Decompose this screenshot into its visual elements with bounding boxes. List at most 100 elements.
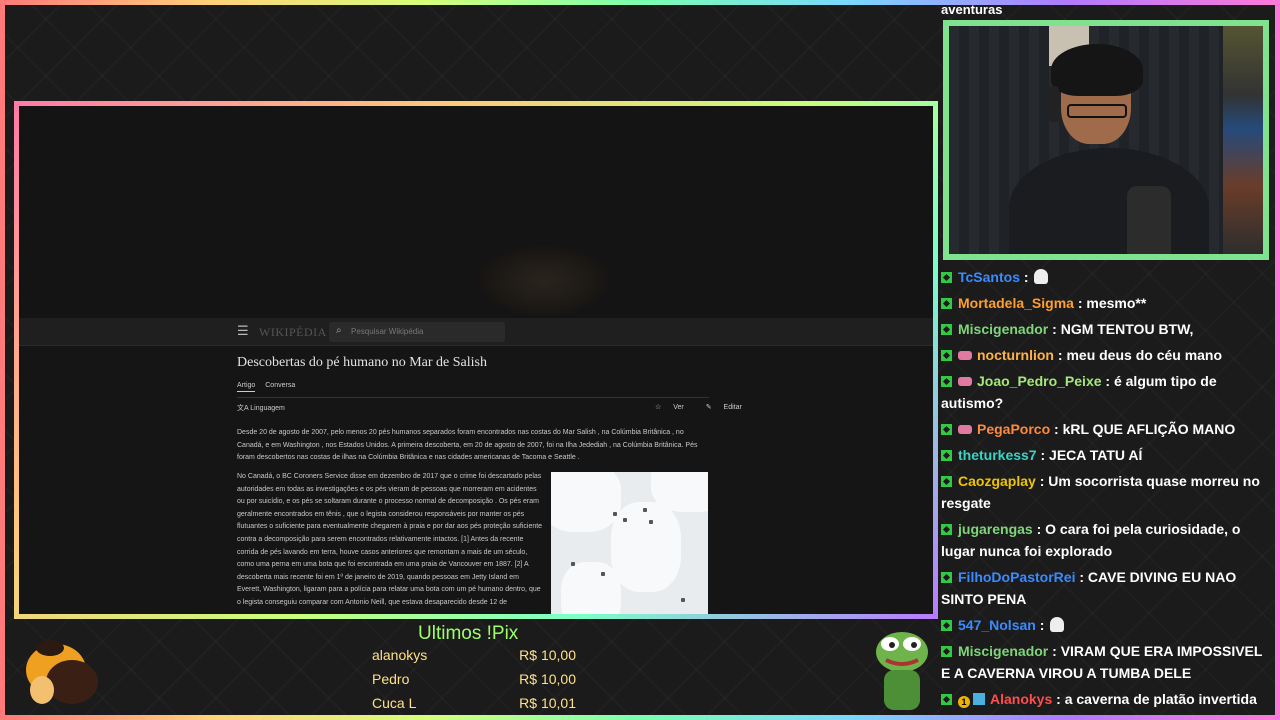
chat-username[interactable]: Joao_Pedro_Peixe	[977, 373, 1102, 389]
pix-amount: R$ 10,00	[519, 647, 576, 663]
search-icon: ⌕	[336, 325, 342, 336]
page-actions: ☆ Ver ✎ Editar	[635, 403, 742, 411]
wiki-article: Descobertas do pé humano no Mar de Salis…	[19, 347, 933, 614]
kick-badge-icon	[941, 572, 952, 583]
chat-message: nocturnlion : meu deus do céu mano	[941, 344, 1271, 366]
article-body: No Canadá, o BC Coroners Service disse e…	[237, 473, 543, 606]
article-tabs: Artigo Conversa	[237, 382, 303, 392]
translate-icon: 文A	[237, 405, 249, 412]
pix-row: Cuca L R$ 10,01	[372, 695, 576, 711]
kick-badge-icon	[941, 376, 952, 387]
kick-badge-icon	[941, 324, 952, 335]
chat-message: PegaPorco : kRL QUE AFLIÇÃO MANO	[941, 418, 1271, 440]
kick-badge-icon	[941, 476, 952, 487]
tab-conversa[interactable]: Conversa	[265, 382, 295, 389]
pix-amount: R$ 10,01	[519, 695, 576, 711]
map-pin	[623, 518, 627, 522]
chat-message: 1 Alanokys : a caverna de platão invertid…	[941, 688, 1271, 710]
map-land	[611, 502, 681, 592]
language-label: Linguagem	[250, 405, 285, 412]
chat-separator: :	[1035, 473, 1049, 489]
map-pin	[601, 572, 605, 576]
chat-username[interactable]: jugarengas	[958, 521, 1033, 537]
map-land	[561, 562, 621, 614]
chat-text: meu deus do céu mano	[1066, 347, 1223, 363]
subscriber-badge-icon	[958, 425, 972, 434]
search-input[interactable]: ⌕ Pesquisar Wikipédia	[329, 322, 505, 342]
page-title: Descobertas do pé humano no Mar de Salis…	[237, 355, 487, 370]
chat-username[interactable]: TcSantos	[958, 269, 1020, 285]
chat-message: theturkess7 : JECA TATU AÍ	[941, 444, 1271, 466]
language-button[interactable]: 文A Linguagem	[237, 403, 285, 413]
chat-username[interactable]: 547_Nolsan	[958, 617, 1036, 633]
kick-badge-icon	[941, 620, 952, 631]
kick-badge-icon	[941, 424, 952, 435]
pencil-icon: ✎	[705, 404, 712, 411]
pix-row: alanokys R$ 10,00	[372, 647, 576, 663]
chat-separator: :	[1101, 373, 1114, 389]
chat-separator: :	[1075, 569, 1088, 585]
chat-username[interactable]: Miscigenador	[958, 321, 1048, 337]
chat-separator: :	[1048, 321, 1061, 337]
map-pin	[649, 520, 653, 524]
map-pin	[571, 562, 575, 566]
chat-text: JECA TATU AÍ	[1049, 447, 1143, 463]
map-pin	[643, 508, 647, 512]
cam-microphone	[1127, 186, 1171, 254]
kick-badge-icon	[941, 694, 952, 705]
cam-glasses	[1067, 104, 1127, 118]
ghost-emote-icon	[1034, 269, 1049, 284]
video-area	[19, 106, 933, 318]
kick-badge-icon	[941, 524, 952, 535]
chat-message: Miscigenador : NGM TENTOU BTW,	[941, 318, 1271, 340]
chat-message: FilhoDoPastorRei : CAVE DIVING EU NAO SI…	[941, 566, 1271, 610]
wiki-header: ☰ WIKIPÉDIA ⌕ Pesquisar Wikipédia	[19, 318, 933, 346]
chat-username[interactable]: Caozgaplay	[958, 473, 1036, 489]
chat-separator: :	[1032, 521, 1046, 537]
chat-message: Caozgaplay : Um socorrista quase morreu …	[941, 470, 1271, 514]
map-pin	[681, 598, 685, 602]
chat-text: mesmo**	[1086, 295, 1147, 311]
cam-person-hair	[1051, 44, 1143, 96]
wiki-logo[interactable]: WIKIPÉDIA	[259, 325, 327, 340]
article-intro: Desde 20 de agosto de 2007, pelo menos 2…	[237, 429, 698, 461]
edit-button[interactable]: ✎ Editar	[696, 404, 742, 411]
chat-message: jugarengas : O cara foi pela curiosidade…	[941, 518, 1271, 562]
chat-separator: :	[1035, 617, 1049, 633]
chat-username[interactable]: FilhoDoPastorRei	[958, 569, 1075, 585]
divider	[237, 397, 709, 398]
kick-badge-icon	[941, 646, 952, 657]
view-button[interactable]: ☆ Ver	[645, 404, 684, 411]
cam-person-body	[1009, 148, 1209, 254]
pepe-frog-icon	[876, 632, 928, 710]
chat-username[interactable]: Alanokys	[990, 691, 1052, 707]
pix-amount: R$ 10,00	[519, 671, 576, 687]
overlay-top-text: aventuras	[941, 2, 1003, 17]
cam-bookshelf	[1223, 26, 1263, 254]
chat-username[interactable]: Mortadela_Sigma	[958, 295, 1074, 311]
star-icon: ☆	[655, 404, 662, 411]
chat-username[interactable]: nocturnlion	[977, 347, 1054, 363]
tab-artigo[interactable]: Artigo	[237, 382, 256, 392]
search-placeholder: Pesquisar Wikipédia	[351, 327, 424, 336]
chat-separator: :	[1019, 269, 1033, 285]
chat-username[interactable]: Miscigenador	[958, 643, 1048, 659]
edit-label: Editar	[723, 404, 742, 411]
gift-badge-icon	[973, 693, 985, 705]
map-land	[551, 472, 621, 532]
chat-text: a caverna de platão invertida	[1064, 691, 1257, 707]
chat-username[interactable]: PegaPorco	[977, 421, 1050, 437]
kick-badge-icon	[941, 450, 952, 461]
webcam	[943, 20, 1269, 260]
map-image[interactable]	[551, 472, 708, 614]
menu-icon[interactable]: ☰	[237, 324, 249, 339]
cam-headset	[1049, 86, 1059, 122]
mascot-left-icon	[26, 640, 98, 704]
dim-video-figure	[479, 246, 609, 316]
chat-message: 547_Nolsan :	[941, 614, 1271, 636]
chat-text: NGM TENTOU BTW,	[1060, 321, 1194, 337]
pix-name: alanokys	[372, 647, 428, 663]
pix-title: Ultimos !Pix	[418, 623, 519, 644]
chat-username[interactable]: theturkess7	[958, 447, 1037, 463]
kick-badge-icon	[941, 272, 952, 283]
